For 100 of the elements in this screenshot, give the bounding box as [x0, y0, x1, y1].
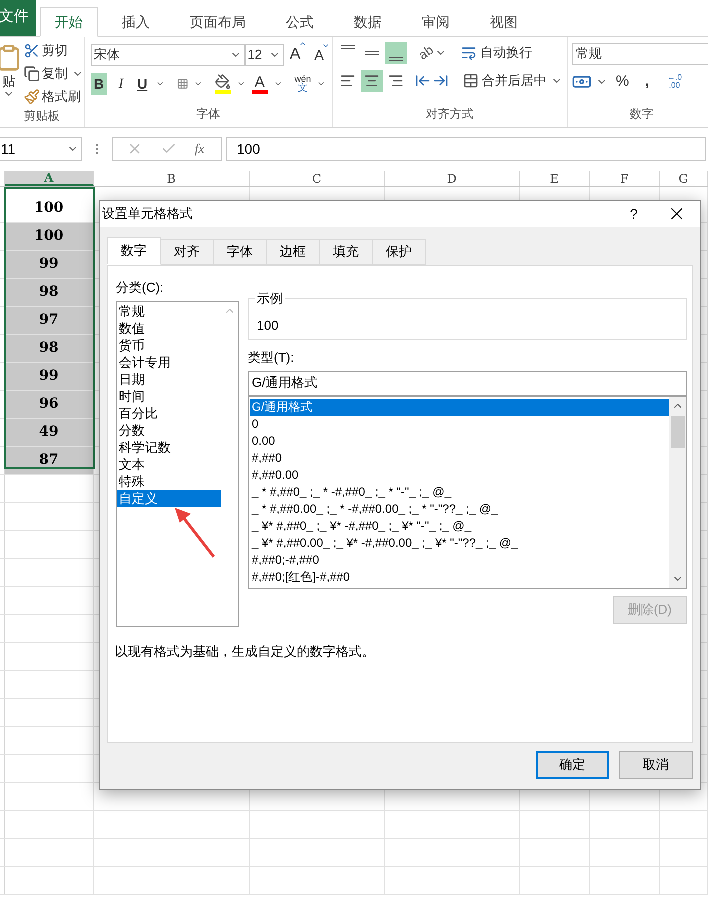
orientation-button[interactable]: ab — [414, 40, 438, 66]
format-item[interactable]: G/通用格式 — [250, 398, 669, 416]
fill-color-button[interactable] — [215, 74, 232, 94]
column-header[interactable]: C — [250, 171, 385, 186]
format-item[interactable]: _ * #,##0.00_ ;_ * -#,##0.00_ ;_ * "-"??_ ;_ @_ — [250, 500, 669, 518]
column-header[interactable]: D — [385, 171, 520, 186]
help-button[interactable]: ? — [614, 204, 654, 224]
scroll-thumb[interactable] — [670, 416, 684, 448]
wrap-text-button[interactable]: 自动换行 — [461, 43, 532, 63]
dialog-tab[interactable]: 对齐 — [160, 239, 214, 265]
group-label: 对齐方式 — [426, 106, 474, 123]
paint-bucket-icon — [215, 74, 232, 90]
ribbon-tab[interactable]: 视图 — [470, 7, 538, 37]
grow-font-button[interactable]: A — [288, 43, 303, 67]
align-center-icon — [364, 73, 380, 89]
align-left-icon — [340, 73, 356, 89]
category-item[interactable]: 时间 — [117, 388, 221, 404]
sample-value: 100 — [257, 316, 279, 334]
table-cell: 96 — [5, 391, 94, 418]
format-item[interactable]: _ ¥* #,##0.00_ ;_ ¥* -#,##0.00_ ;_ ¥* "-"??_ ;_ @_ — [250, 534, 669, 552]
group-label: 字体 — [196, 106, 220, 123]
ribbon-tab[interactable]: 插入 — [102, 7, 170, 37]
dialog-tab[interactable]: 数字 — [107, 237, 161, 265]
dialog-tab[interactable]: 保护 — [372, 239, 426, 265]
drag-handle-icon[interactable] — [96, 144, 98, 154]
scissors-icon — [24, 43, 40, 59]
format-item[interactable]: #,##0;-#,##0 — [250, 552, 669, 568]
font-color-button[interactable]: A — [252, 74, 268, 94]
percent-button[interactable]: % — [616, 71, 630, 94]
increase-indent-icon[interactable] — [433, 73, 449, 89]
dialog-tab[interactable]: 边框 — [266, 239, 320, 265]
table-cell: 97 — [5, 307, 94, 334]
column-header[interactable]: E — [520, 171, 590, 186]
ribbon-tab[interactable]: 开始 — [40, 7, 98, 37]
dialog-tab[interactable]: 字体 — [213, 239, 267, 265]
paintbrush-icon — [24, 89, 40, 105]
copy-button[interactable]: 复制 — [24, 64, 68, 84]
paste-button[interactable]: 贴 — [2, 75, 16, 88]
category-label: 分类(C): — [116, 279, 165, 297]
group-label: 剪贴板 — [24, 108, 60, 125]
column-header[interactable]: F — [590, 171, 660, 186]
horizontal-align-button[interactable] — [361, 70, 383, 92]
table-cell: 98 — [5, 279, 94, 306]
phonetic-button[interactable]: wén 文 — [294, 74, 312, 94]
category-item[interactable]: 货币 — [117, 336, 221, 354]
category-item[interactable]: 百分比 — [117, 404, 221, 422]
format-item[interactable]: #,##0 — [250, 450, 669, 466]
category-item[interactable]: 分数 — [117, 422, 221, 438]
table-cell: 49 — [5, 419, 94, 446]
description-text: 以现有格式为基础，生成自定义的数字格式。 — [115, 643, 375, 661]
ribbon-tab[interactable]: 页面布局 — [170, 7, 266, 37]
category-item[interactable]: 自定义 — [117, 490, 221, 506]
font-name-combo[interactable]: 宋体 — [91, 44, 245, 66]
category-item[interactable]: 文本 — [117, 456, 221, 472]
category-item[interactable]: 科学记数 — [117, 438, 221, 456]
category-item[interactable]: 数值 — [117, 320, 221, 336]
format-item[interactable]: _ ¥* #,##0_ ;_ ¥* -#,##0_ ;_ ¥* "-"_ ;_ @_ — [250, 518, 669, 534]
italic-button[interactable]: I — [113, 73, 130, 95]
category-item[interactable]: 会计专用 — [117, 354, 221, 370]
table-cell: 98 — [5, 335, 94, 362]
ribbon-tab[interactable]: 数据 — [334, 7, 402, 37]
insert-function-button[interactable]: fx — [195, 139, 204, 159]
format-item[interactable]: 0 — [250, 416, 669, 432]
underline-button[interactable]: U — [135, 73, 150, 95]
cancel-button[interactable]: 取消 — [619, 751, 693, 779]
number-format-combo[interactable]: 常规 — [572, 43, 708, 65]
table-cell: 87 — [5, 447, 94, 474]
ribbon-tab[interactable]: 审阅 — [402, 7, 470, 37]
format-item[interactable]: 0.00 — [250, 432, 669, 450]
category-item[interactable]: 日期 — [117, 370, 221, 388]
shrink-font-button[interactable]: A — [312, 44, 326, 66]
ribbon-tab[interactable]: 公式 — [266, 7, 334, 37]
border-icon[interactable] — [176, 76, 188, 92]
type-input[interactable]: G/通用格式 — [248, 370, 687, 396]
merge-center-button[interactable]: 合并后居中 — [463, 71, 547, 91]
bold-button[interactable]: B — [91, 73, 108, 95]
font-size-combo[interactable]: 12 — [244, 44, 284, 66]
scrollbar[interactable] — [669, 396, 686, 588]
format-item[interactable]: #,##0.00 — [250, 466, 669, 484]
column-header[interactable]: B — [94, 171, 250, 186]
dialog-tab[interactable]: 填充 — [319, 239, 373, 265]
increase-decimal-button[interactable]: ←.0 .00 — [667, 74, 682, 90]
column-header[interactable]: G — [660, 171, 708, 186]
category-item[interactable]: 常规 — [117, 302, 221, 320]
format-painter-button[interactable]: 格式刷 — [24, 87, 84, 107]
up-caret-icon — [298, 40, 307, 48]
ok-button[interactable]: 确定 — [536, 751, 609, 779]
category-item[interactable]: 特殊 — [117, 472, 221, 490]
group-label: 数字 — [630, 106, 654, 123]
comma-button[interactable]: , — [641, 71, 654, 94]
formula-input[interactable]: 100 — [226, 137, 706, 161]
column-header[interactable]: A — [5, 171, 94, 186]
name-box[interactable]: 11 — [0, 137, 82, 161]
pointer-arrow — [175, 508, 216, 558]
format-item[interactable]: _ * #,##0_ ;_ * -#,##0_ ;_ * "-"_ ;_ @_ — [250, 484, 669, 500]
wrap-text-icon — [461, 45, 478, 61]
cut-button[interactable]: 剪切 — [24, 41, 84, 61]
vertical-align-button[interactable] — [385, 42, 407, 64]
format-item[interactable]: #,##0;[红色]-#,##0 — [250, 568, 669, 586]
decrease-indent-icon[interactable] — [415, 73, 431, 89]
